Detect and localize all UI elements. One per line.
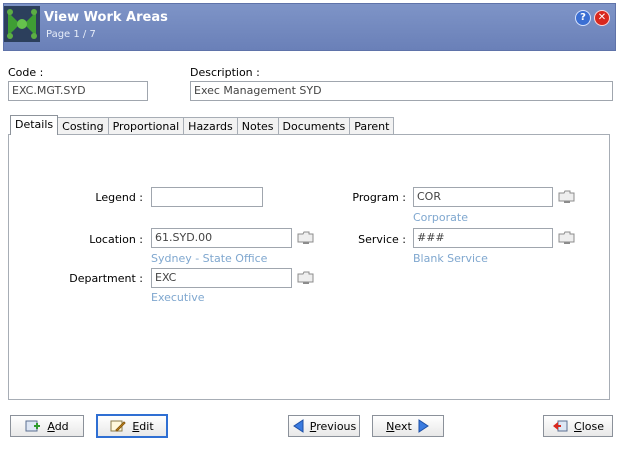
add-icon [25,420,41,432]
page-title: View Work Areas [44,10,168,25]
location-browse-icon[interactable] [297,231,315,245]
close-button[interactable]: Close [543,415,613,437]
tab-hazards[interactable]: Hazards [183,117,238,135]
edit-button-label: dit [139,419,154,433]
close-button-label: lose [581,419,604,433]
department-browse-icon[interactable] [297,271,315,285]
arrow-right-icon [418,419,429,433]
tab-costing[interactable]: Costing [57,117,109,135]
department-label: Department : [69,272,143,285]
service-browse-icon[interactable] [558,231,576,245]
tab-strip: Details Costing Proportional Hazards Not… [10,115,395,135]
legend-label: Legend : [95,191,143,204]
next-button-label: ext [394,419,412,433]
help-icon[interactable]: ? [575,10,591,26]
location-description[interactable]: Sydney - State Office [151,252,267,265]
tab-proportional[interactable]: Proportional [107,117,185,135]
edit-icon [110,420,127,432]
legend-field[interactable] [151,187,263,207]
previous-button-label: revious [316,419,357,433]
add-button[interactable]: Add [10,415,84,437]
close-window-icon[interactable]: ✕ [594,10,610,26]
department-description[interactable]: Executive [151,291,205,304]
description-field[interactable]: Exec Management SYD [190,81,613,101]
location-label: Location : [89,233,143,246]
edit-button[interactable]: Edit [96,414,168,438]
description-label: Description : [190,66,260,79]
service-description[interactable]: Blank Service [413,252,488,265]
arrow-left-icon [292,419,304,433]
program-label: Program : [352,191,406,204]
service-field[interactable]: ### [413,228,553,248]
close-button-mnemonic: C [574,419,582,433]
code-field[interactable]: EXC.MGT.SYD [8,81,148,101]
next-button[interactable]: Next [372,415,444,437]
work-areas-logo-icon [4,6,40,42]
add-button-mnemonic: A [47,419,55,433]
tab-documents[interactable]: Documents [277,117,351,135]
location-field[interactable]: 61.SYD.00 [151,228,292,248]
code-label: Code : [8,66,44,79]
tab-parent[interactable]: Parent [349,117,395,135]
department-field[interactable]: EXC [151,268,292,288]
program-description[interactable]: Corporate [413,211,468,224]
service-label: Service : [358,233,406,246]
add-button-label: dd [54,419,69,433]
details-panel [8,134,610,400]
tab-notes[interactable]: Notes [236,117,279,135]
close-door-icon [553,420,568,432]
program-browse-icon[interactable] [558,190,576,204]
program-field[interactable]: COR [413,187,553,207]
previous-button[interactable]: Previous [288,415,360,437]
tab-details[interactable]: Details [10,115,59,135]
page-indicator: Page 1 / 7 [46,29,96,40]
